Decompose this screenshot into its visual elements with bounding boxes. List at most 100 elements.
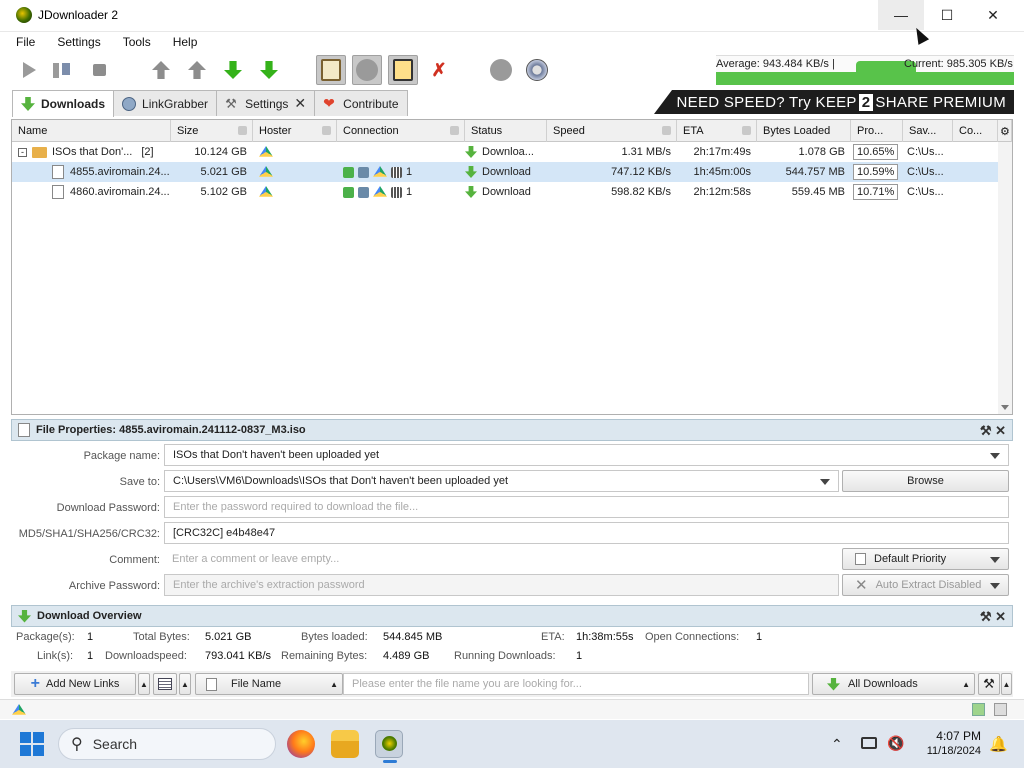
taskbar-search[interactable]: ⚲ Search — [58, 728, 276, 760]
clock-date[interactable]: 11/18/2024 — [915, 745, 981, 757]
save-to-value: C:\Users\VM6\Downloads\ISOs that Don't h… — [173, 475, 508, 487]
update-button[interactable] — [522, 55, 552, 85]
column-settings-icon[interactable]: ⚙ — [998, 120, 1012, 142]
bottom-settings-button[interactable]: ⚒ — [978, 673, 1000, 695]
packages-label: Package(s): — [16, 631, 75, 643]
pause-downloads-button[interactable] — [46, 55, 76, 85]
close-panel-icon[interactable]: ✕ — [995, 609, 1006, 624]
filter-field-dropdown[interactable]: File Name ▲ — [195, 673, 343, 695]
file-progress: 10.59% — [853, 164, 899, 180]
status-icon-2[interactable] — [994, 703, 1007, 716]
collapse-icon[interactable]: - — [18, 147, 27, 157]
clipboard-observer-button[interactable] — [316, 55, 346, 85]
hash-field[interactable]: [CRC32C] e4b48e47 — [164, 522, 1009, 544]
status-icon-1[interactable] — [972, 703, 985, 716]
premium-toggle-button[interactable] — [388, 55, 418, 85]
connection-count: 1 — [406, 166, 413, 178]
bottom-settings-menu[interactable]: ▲ — [1001, 673, 1012, 695]
silent-mode-button[interactable]: ✗ — [424, 55, 454, 85]
priority-dropdown[interactable]: Default Priority — [842, 548, 1009, 570]
wrench-icon[interactable]: ⚒ — [980, 423, 992, 438]
firefox-icon[interactable] — [287, 730, 315, 758]
browse-button[interactable]: Browse — [842, 470, 1009, 492]
file-explorer-icon[interactable] — [331, 730, 359, 758]
links-label: Link(s): — [37, 650, 74, 662]
chunks-icon — [391, 166, 402, 178]
close-tab-icon[interactable]: ✕ — [294, 95, 306, 112]
jdownloader-logo-icon — [382, 736, 397, 751]
reconnect-icon — [356, 59, 378, 81]
wrench-icon[interactable]: ⚒ — [980, 609, 992, 624]
menu-tools[interactable]: Tools — [123, 35, 151, 49]
file-status: Download — [482, 166, 531, 178]
column-size[interactable]: Size — [171, 120, 253, 142]
file-row[interactable]: 4860.aviromain.24... 5.102 GB 1 Download… — [12, 182, 998, 202]
menu-file[interactable]: File — [16, 35, 35, 49]
file-speed: 747.12 KB/s — [611, 166, 671, 178]
move-up-button[interactable] — [182, 55, 212, 85]
start-downloads-button[interactable] — [14, 55, 44, 85]
main-tabs: Downloads LinkGrabber ⚒ Settings ✕ ❤ Con… — [12, 90, 408, 117]
menu-settings[interactable]: Settings — [57, 35, 100, 49]
package-row[interactable]: - ISOs that Don'... [2] 10.124 GB Downlo… — [12, 142, 998, 162]
maximize-button[interactable]: ☐ — [924, 0, 970, 30]
move-down-button[interactable] — [218, 55, 248, 85]
file-save: C:\Us... — [907, 166, 944, 178]
column-speed[interactable]: Speed — [547, 120, 677, 142]
tab-settings[interactable]: ⚒ Settings ✕ — [216, 90, 316, 116]
search-input[interactable]: Please enter the file name you are looki… — [343, 673, 809, 695]
move-to-bottom-button[interactable] — [254, 55, 284, 85]
open-connections-value: 1 — [756, 631, 763, 643]
column-bytes-loaded[interactable]: Bytes Loaded — [757, 120, 851, 142]
windows-start-button[interactable] — [20, 732, 44, 756]
google-drive-icon[interactable] — [12, 704, 26, 715]
move-to-top-button[interactable] — [146, 55, 176, 85]
column-save-to[interactable]: Sav... — [903, 120, 953, 142]
view-dropdown[interactable]: All Downloads ▲ — [812, 673, 975, 695]
close-panel-icon[interactable]: ✕ — [995, 423, 1006, 438]
premium-ad-banner[interactable]: NEED SPEED? Try KEEP 2 SHARE PREMIUM — [654, 90, 1014, 114]
table-scrollbar[interactable] — [998, 142, 1012, 414]
tab-contribute[interactable]: ❤ Contribute — [314, 90, 408, 116]
current-speed-label: Current: 985.305 KB/s — [904, 58, 1013, 70]
stop-downloads-button[interactable] — [84, 55, 114, 85]
file-row[interactable]: 4855.aviromain.24... 5.021 GB 1 Download… — [12, 162, 998, 182]
column-hoster[interactable]: Hoster — [253, 120, 337, 142]
column-progress[interactable]: Pro... — [851, 120, 903, 142]
scroll-down-icon[interactable] — [1001, 405, 1009, 410]
save-to-field[interactable]: C:\Users\VM6\Downloads\ISOs that Don't h… — [164, 470, 839, 492]
volume-muted-icon[interactable]: 🔇 — [887, 735, 904, 752]
file-name: 4855.aviromain.24... — [70, 166, 170, 178]
comment-field[interactable]: Enter a comment or leave empty... — [164, 548, 839, 570]
close-window-button[interactable]: ✕ — [970, 0, 1016, 30]
banner-brand: SHARE PREMIUM — [875, 93, 1006, 111]
chevron-up-icon[interactable]: ⌃ — [831, 736, 843, 753]
column-name[interactable]: Name — [12, 120, 171, 142]
column-connection[interactable]: Connection — [337, 120, 465, 142]
jdownloader-taskbar-icon[interactable] — [375, 730, 403, 758]
network-icon[interactable] — [861, 737, 877, 749]
column-eta[interactable]: ETA — [677, 120, 757, 142]
notification-bell-icon[interactable]: 🔔 — [989, 735, 1008, 753]
menu-bar: File Settings Tools Help — [0, 32, 1024, 52]
clock-time[interactable]: 4:07 PM — [915, 729, 981, 743]
column-status[interactable]: Status — [465, 120, 547, 142]
download-password-field[interactable]: Enter the password required to download … — [164, 496, 1009, 518]
table-view-button[interactable] — [153, 673, 177, 695]
table-menu-button[interactable]: ▲ — [179, 673, 191, 695]
menu-help[interactable]: Help — [173, 35, 198, 49]
hash-label: MD5/SHA1/SHA256/CRC32: — [18, 528, 160, 540]
reconnect-button[interactable] — [486, 55, 516, 85]
tab-linkgrabber[interactable]: LinkGrabber — [113, 90, 218, 116]
package-name-field[interactable]: ISOs that Don't haven't been uploaded ye… — [164, 444, 1009, 466]
column-comment[interactable]: Co... — [953, 120, 998, 142]
auto-extract-dropdown[interactable]: ✕ Auto Extract Disabled — [842, 574, 1009, 596]
minimize-button[interactable]: — — [878, 0, 924, 30]
tab-downloads[interactable]: Downloads — [12, 90, 115, 117]
add-links-menu-button[interactable]: ▲ — [138, 673, 150, 695]
file-name: 4860.aviromain.24... — [70, 186, 170, 198]
archive-password-field[interactable]: Enter the archive's extraction password — [164, 574, 839, 596]
reconnect-toggle-button[interactable] — [352, 55, 382, 85]
add-new-links-button[interactable]: + Add New Links — [14, 673, 136, 695]
connection-count: 1 — [406, 186, 413, 198]
